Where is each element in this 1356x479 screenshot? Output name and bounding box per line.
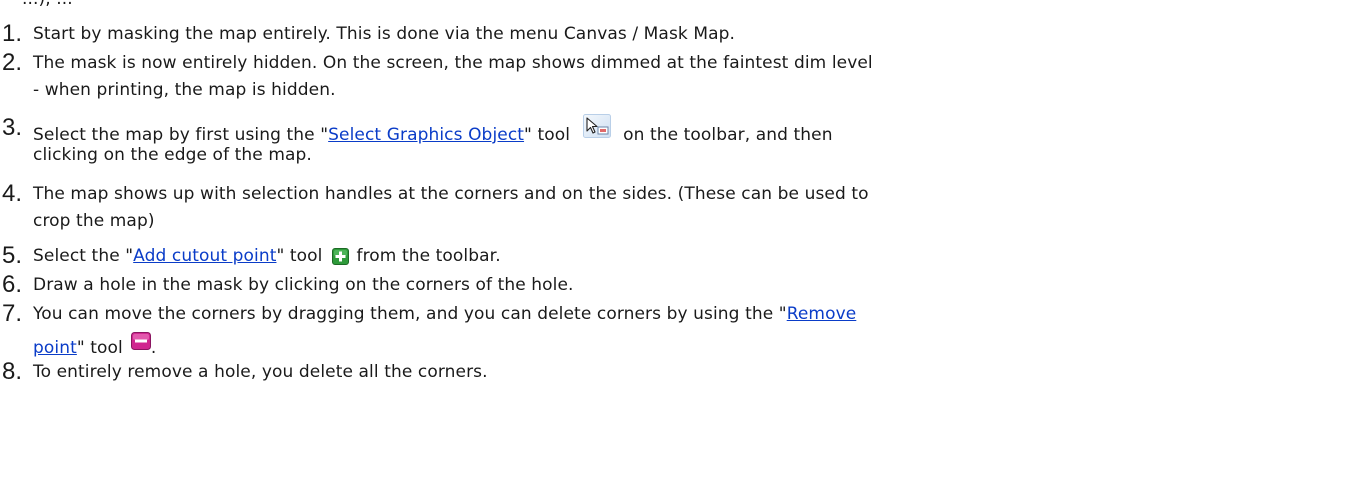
step-text-after-link: " tool [76,338,123,358]
step-text-line-1: The map shows up with selection handles … [33,184,869,204]
step-number: 5. [2,242,23,269]
step-text-before: Select the " [33,246,134,266]
previous-text-fragment: ...), ... [22,0,73,9]
select-graphics-object-icon [583,114,612,138]
step-text-after-icon: from the toolbar. [356,246,501,266]
step-text-before: You can move the corners by dragging the… [33,304,787,324]
step-number: 8. [2,358,23,385]
remove-point-link[interactable]: Remove [787,304,857,324]
step-text: Start by masking the map entirely. This … [33,24,736,44]
step-text-line-1: You can move the corners by dragging the… [33,300,1351,329]
add-cutout-point-link[interactable]: Add cutout point [133,246,276,266]
add-cutout-point-icon [331,248,349,265]
step-text: To entirely remove a hole, you delete al… [33,362,488,382]
remove-point-link-continued[interactable]: point [33,338,77,358]
step-text-line-2: crop the map) [33,211,155,231]
step-text-line-2: - when printing, the map is hidden. [33,80,336,100]
step-text-end: . [150,338,157,358]
step-text: Select the "Add cutout point" tool from … [33,242,1351,271]
step-number: 2. [2,49,23,76]
step-number: 6. [2,271,23,298]
step-number: 4. [2,180,23,207]
step-text-line-2: clicking on the edge of the map. [33,145,312,165]
step-number: 1. [2,20,23,47]
step-number: 7. [2,300,23,327]
step-text: Draw a hole in the mask by clicking on t… [33,275,574,295]
step-text-after-link: " tool [276,246,323,266]
remove-point-icon [130,332,151,350]
step-text-line-1: The mask is now entirely hidden. On the … [33,53,873,73]
step-number: 3. [2,114,23,141]
